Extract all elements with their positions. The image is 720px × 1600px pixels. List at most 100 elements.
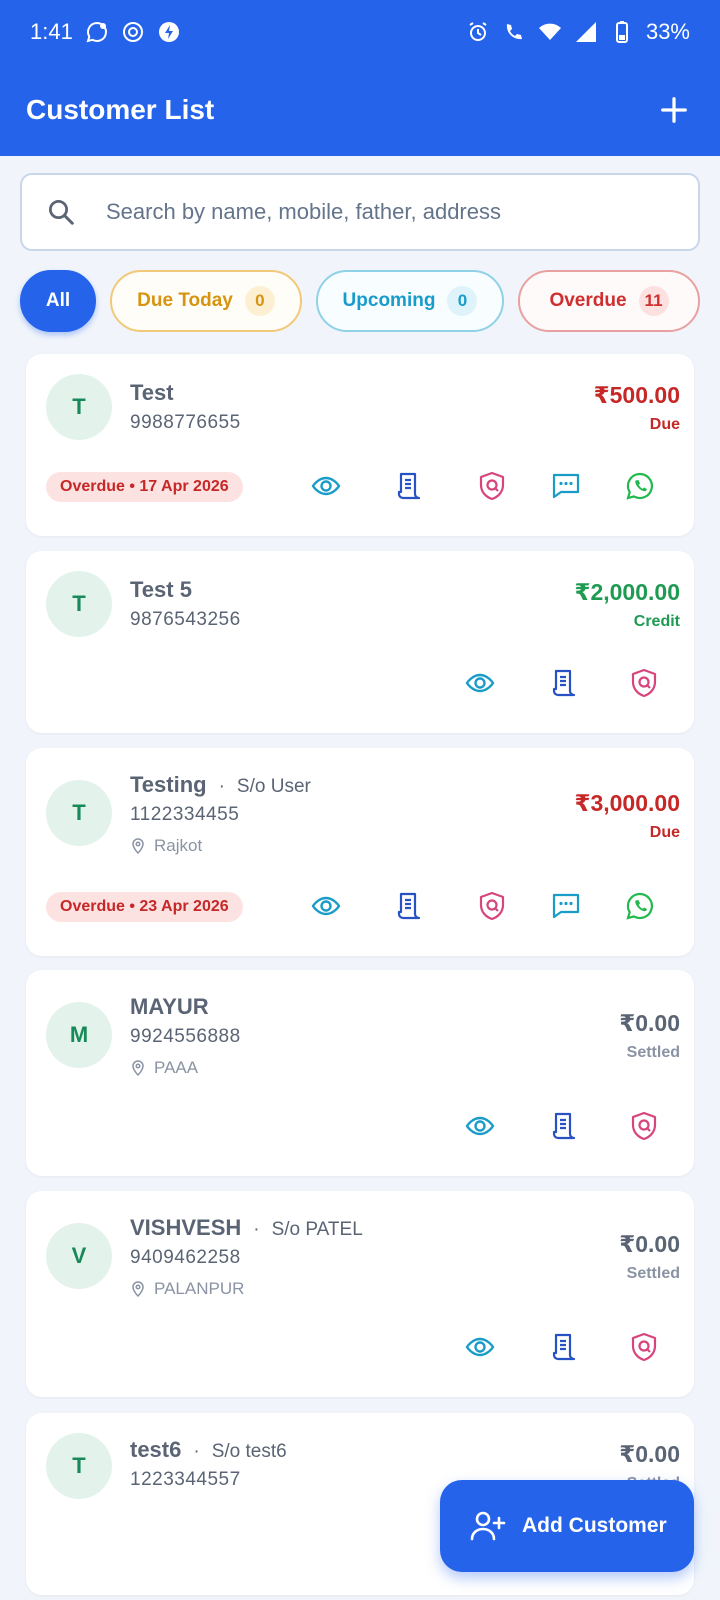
search-input[interactable] (106, 199, 666, 225)
ledger-button[interactable] (389, 886, 429, 926)
search-bar[interactable] (20, 173, 700, 251)
eye-icon (465, 1337, 495, 1357)
customer-card[interactable]: T Test 5 9876543256 ₹2,000.00 Credit (26, 551, 694, 733)
customer-status: Credit (633, 613, 680, 630)
guarantee-button[interactable] (472, 886, 512, 926)
customer-card[interactable]: M MAYUR 9924556888 PAAA ₹0.00 Settled (26, 970, 694, 1176)
signal-icon (575, 22, 596, 42)
shield-icon (479, 891, 505, 921)
customer-amount: ₹0.00 (619, 1441, 680, 1467)
address-text: PAAA (154, 1058, 199, 1077)
view-button[interactable] (460, 663, 500, 703)
wifi-icon (538, 23, 561, 40)
filter-chip-label: All (45, 290, 71, 311)
avatar: T (46, 1433, 112, 1499)
customer-amount: ₹3,000.00 (574, 790, 680, 816)
separator-dot: · (218, 776, 225, 797)
eye-icon (311, 896, 341, 916)
page-title: Customer List (26, 94, 215, 125)
filter-chip-overdue[interactable]: Overdue 11 (518, 270, 700, 332)
customer-amount: ₹2,000.00 (574, 579, 680, 605)
customer-card[interactable]: T Testing · S/o User 1122334455 Rajkot ₹… (26, 748, 694, 956)
avatar: T (46, 571, 112, 637)
customer-relation: S/o User (236, 776, 311, 797)
filter-chip-upcoming[interactable]: Upcoming 0 (316, 270, 504, 332)
location-pin-icon (132, 1281, 144, 1297)
customer-card[interactable]: T Test 9988776655 ₹500.00 Due Overdue • … (26, 354, 694, 536)
customer-mobile: 1122334455 (130, 804, 240, 825)
customer-card[interactable]: V VISHVESH · S/o PATEL 9409462258 PALANP… (26, 1191, 694, 1397)
filter-chip-label: Upcoming (342, 290, 436, 311)
location-pin-icon (132, 838, 144, 854)
eye-icon (465, 673, 495, 693)
target-notification-icon (122, 22, 143, 42)
customer-mobile: 9924556888 (130, 1026, 241, 1047)
customer-address: PAAA (130, 1058, 198, 1078)
customer-amount: ₹0.00 (619, 1010, 680, 1036)
receipt-icon (397, 472, 421, 500)
customer-mobile: 9876543256 (130, 609, 241, 630)
bolt-notification-icon (158, 22, 179, 42)
customer-status: Settled (626, 1044, 680, 1061)
guarantee-button[interactable] (624, 1106, 664, 1146)
customer-amount: ₹0.00 (619, 1231, 680, 1257)
filter-chip-label: Due Today (137, 290, 233, 311)
avatar: T (46, 374, 112, 440)
shield-icon (631, 1111, 657, 1141)
shield-icon (631, 1332, 657, 1362)
guarantee-button[interactable] (624, 1327, 664, 1367)
status-bar: 1:41 33% (0, 0, 720, 64)
customer-address: PALANPUR (130, 1279, 244, 1299)
customer-name: MAYUR (130, 994, 209, 1019)
customer-name: Test 5 (130, 577, 192, 602)
filter-chip-count: 0 (244, 286, 275, 316)
customer-mobile: 9409462258 (130, 1247, 241, 1268)
add-customer-button[interactable]: Add Customer (440, 1480, 694, 1572)
view-button[interactable] (460, 1106, 500, 1146)
avatar: T (46, 780, 112, 846)
view-button[interactable] (460, 1327, 500, 1367)
sms-button[interactable] (546, 466, 586, 506)
customer-status: Settled (626, 1265, 680, 1282)
location-pin-icon (132, 1060, 144, 1076)
customer-amount: ₹500.00 (593, 382, 680, 408)
shield-icon (631, 668, 657, 698)
ledger-button[interactable] (544, 1327, 584, 1367)
alarm-icon (469, 22, 487, 41)
sms-button[interactable] (546, 886, 586, 926)
address-text: Rajkot (154, 836, 203, 855)
customer-name: test6 (130, 1437, 182, 1462)
customer-address: Rajkot (130, 836, 202, 856)
view-button[interactable] (306, 466, 346, 506)
plus-icon (661, 97, 687, 123)
whatsapp-button[interactable] (620, 466, 660, 506)
ledger-button[interactable] (544, 663, 584, 703)
whatsapp-notification-icon (86, 21, 107, 43)
filter-chip-all[interactable]: All (20, 270, 96, 332)
receipt-icon (397, 892, 421, 920)
customer-mobile: 1223344557 (130, 1469, 241, 1490)
whatsapp-button[interactable] (620, 886, 660, 926)
ledger-button[interactable] (544, 1106, 584, 1146)
receipt-icon (552, 1333, 576, 1361)
add-button[interactable] (654, 90, 694, 130)
shield-icon (479, 471, 505, 501)
customer-name: VISHVESH (130, 1215, 242, 1240)
customer-relation: S/o PATEL (271, 1219, 363, 1240)
whatsapp-icon (626, 892, 653, 920)
ledger-button[interactable] (389, 466, 429, 506)
avatar: M (46, 1002, 112, 1068)
eye-icon (465, 1116, 495, 1136)
customer-status: Due (649, 824, 680, 841)
app-bar: 1:41 33% Customer List (0, 0, 720, 156)
guarantee-button[interactable] (472, 466, 512, 506)
filter-chip-label: Overdue (549, 290, 627, 311)
customer-name: Test (130, 380, 174, 405)
receipt-icon (552, 1112, 576, 1140)
view-button[interactable] (306, 886, 346, 926)
guarantee-button[interactable] (624, 663, 664, 703)
add-customer-label: Add Customer (522, 1514, 667, 1537)
separator-dot: · (253, 1219, 260, 1240)
filter-chip-due-today[interactable]: Due Today 0 (110, 270, 302, 332)
search-icon (49, 200, 74, 225)
